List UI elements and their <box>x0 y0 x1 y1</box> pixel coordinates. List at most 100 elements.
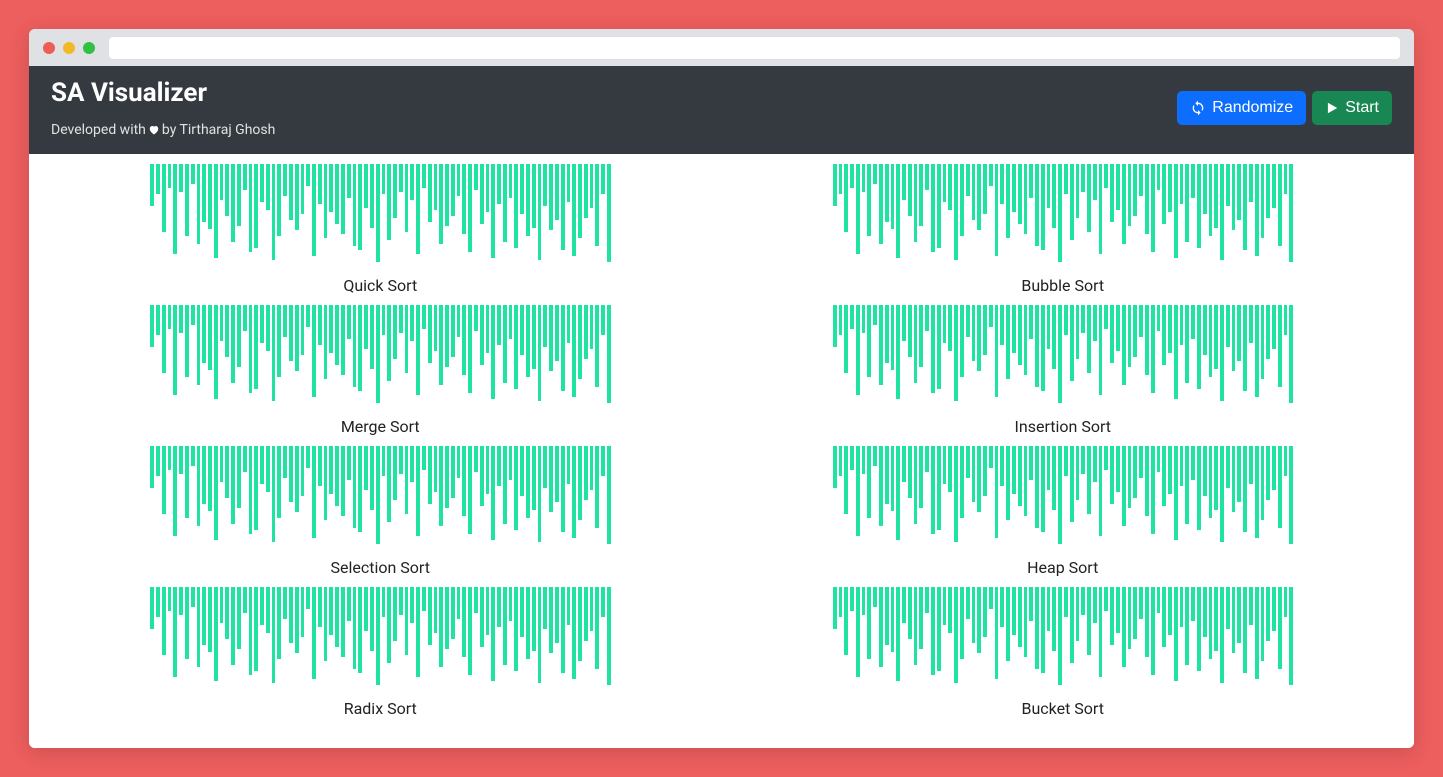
bar <box>1133 587 1137 639</box>
bar <box>896 164 900 258</box>
bar <box>312 446 316 538</box>
bar <box>983 446 987 496</box>
bar <box>948 164 952 210</box>
bar <box>879 164 883 244</box>
bar <box>1209 305 1213 377</box>
bar <box>1000 446 1004 486</box>
bar <box>225 164 229 216</box>
bar <box>1006 587 1010 661</box>
bar <box>867 164 871 236</box>
bar <box>1278 587 1282 669</box>
bar <box>1214 305 1218 369</box>
bar <box>491 446 495 540</box>
bar <box>266 164 270 210</box>
bar <box>937 446 941 530</box>
url-bar[interactable] <box>109 37 1400 59</box>
bar <box>1180 446 1184 486</box>
panel-title: Selection Sort <box>331 558 430 577</box>
bar <box>873 164 877 184</box>
credit-prefix: Developed with <box>51 122 146 138</box>
bar <box>526 587 530 659</box>
bar <box>937 305 941 389</box>
bar <box>1041 446 1045 532</box>
bar <box>1185 587 1189 665</box>
bar <box>862 305 866 333</box>
bar <box>1041 587 1045 673</box>
bar <box>428 587 432 645</box>
bar <box>584 446 588 500</box>
bar <box>393 446 397 500</box>
bar <box>1116 587 1120 633</box>
bar <box>844 305 848 373</box>
bar <box>1162 587 1166 647</box>
bar <box>277 587 281 659</box>
bar <box>335 305 339 365</box>
bar <box>1255 305 1259 397</box>
bar <box>156 446 160 476</box>
bar <box>1076 587 1080 641</box>
bar <box>943 587 947 625</box>
bar <box>1018 446 1022 506</box>
bar <box>1237 446 1241 502</box>
bar <box>1133 305 1137 357</box>
bar <box>399 164 403 192</box>
bar <box>1180 164 1184 204</box>
bar <box>960 446 964 518</box>
panel-title: Bucket Sort <box>1022 699 1104 718</box>
bar <box>434 587 438 633</box>
bar <box>1076 164 1080 218</box>
bar <box>249 587 253 675</box>
bar <box>1272 587 1276 631</box>
bars-container <box>833 446 1293 546</box>
bar <box>416 164 420 254</box>
bar <box>1157 164 1161 190</box>
bar <box>1261 305 1265 379</box>
bar <box>1139 305 1143 337</box>
bar <box>1203 446 1207 496</box>
bar <box>1093 587 1097 623</box>
bar <box>503 446 507 524</box>
bar <box>567 446 571 484</box>
bar <box>376 164 380 262</box>
randomize-button[interactable]: Randomize <box>1177 91 1306 125</box>
bar <box>1266 305 1270 359</box>
bar <box>908 305 912 357</box>
bar <box>983 164 987 214</box>
bar <box>347 164 351 198</box>
bar <box>555 305 559 361</box>
bar <box>150 305 154 347</box>
bar <box>833 587 837 629</box>
bar <box>856 305 860 395</box>
bar <box>173 446 177 536</box>
traffic-light-minimize[interactable] <box>63 42 75 54</box>
bar <box>272 305 276 401</box>
bar <box>1226 305 1230 347</box>
bar <box>1289 305 1293 403</box>
start-button[interactable]: Start <box>1312 91 1392 125</box>
bar <box>393 164 397 218</box>
bar <box>214 305 218 399</box>
bar <box>607 446 611 544</box>
bar <box>1157 305 1161 331</box>
bar <box>324 446 328 520</box>
bar <box>306 446 310 468</box>
bar <box>173 164 177 254</box>
bar <box>185 446 189 518</box>
bar <box>595 164 599 246</box>
bar <box>509 587 513 621</box>
sort-panel: Bubble Sort <box>832 164 1295 305</box>
traffic-light-close[interactable] <box>43 42 55 54</box>
bar <box>1012 587 1016 635</box>
bar <box>1099 446 1103 536</box>
bar <box>1261 446 1265 520</box>
bar <box>1249 446 1253 484</box>
heart-icon <box>148 124 160 136</box>
bar <box>983 305 987 355</box>
bar <box>567 587 571 625</box>
bar <box>1289 164 1293 262</box>
bar <box>1284 164 1288 194</box>
bar <box>503 164 507 242</box>
traffic-light-maximize[interactable] <box>83 42 95 54</box>
bar <box>538 446 542 542</box>
bar <box>376 446 380 544</box>
